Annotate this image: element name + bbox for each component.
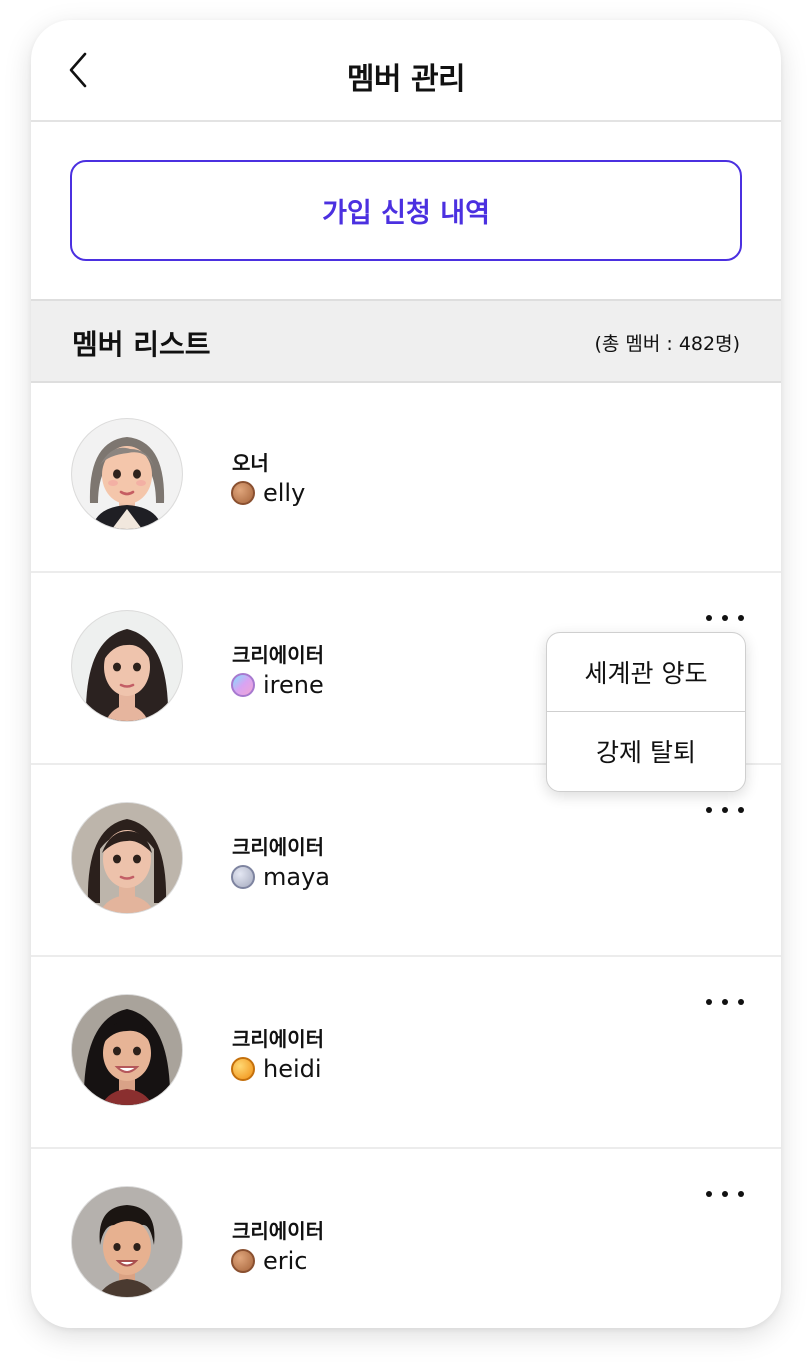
gold-badge-icon bbox=[231, 1057, 255, 1081]
member-name-line: elly bbox=[231, 478, 305, 508]
member-username: eric bbox=[263, 1247, 308, 1275]
member-row[interactable]: 오너 elly bbox=[31, 379, 781, 573]
member-row[interactable]: 크리에이터 heidi bbox=[31, 955, 781, 1149]
more-options-button[interactable] bbox=[706, 799, 744, 821]
member-count: (총 멤버 : 482명) bbox=[594, 333, 740, 355]
member-list-title: 멤버 리스트 bbox=[72, 328, 211, 361]
member-list-header: 멤버 리스트 (총 멤버 : 482명) bbox=[31, 299, 781, 383]
iridescent-badge-icon bbox=[231, 673, 255, 697]
member-role: 오너 bbox=[232, 451, 269, 475]
member-role: 크리에이터 bbox=[232, 1219, 324, 1243]
avatar bbox=[72, 611, 182, 721]
member-name-line: irene bbox=[231, 670, 324, 700]
more-options-button[interactable] bbox=[706, 607, 744, 629]
member-role: 크리에이터 bbox=[232, 835, 324, 859]
member-username: elly bbox=[263, 479, 306, 507]
avatar bbox=[72, 419, 182, 529]
member-name-line: maya bbox=[231, 862, 330, 892]
member-username: irene bbox=[263, 671, 324, 699]
avatar bbox=[72, 1187, 182, 1297]
more-options-button[interactable] bbox=[706, 1183, 744, 1205]
more-horizontal-icon bbox=[706, 807, 712, 813]
avatar bbox=[72, 995, 182, 1105]
member-row[interactable]: 크리에이터 maya bbox=[31, 763, 781, 957]
transfer-world-option[interactable]: 세계관 양도 bbox=[547, 633, 745, 712]
member-username: heidi bbox=[263, 1055, 322, 1083]
silver-badge-icon bbox=[231, 865, 255, 889]
app-screen: 멤버 관리 가입 신청 내역 멤버 리스트 (총 멤버 : 482명) 오너 e… bbox=[31, 20, 781, 1328]
more-options-button[interactable] bbox=[706, 991, 744, 1013]
member-role: 크리에이터 bbox=[232, 1027, 324, 1051]
member-name-line: eric bbox=[231, 1246, 308, 1276]
member-name-line: heidi bbox=[231, 1054, 322, 1084]
member-row[interactable]: 크리에이터 eric bbox=[31, 1147, 781, 1328]
more-horizontal-icon bbox=[706, 615, 712, 621]
page-title: 멤버 관리 bbox=[346, 62, 466, 97]
join-requests-button[interactable]: 가입 신청 내역 bbox=[70, 160, 742, 261]
more-horizontal-icon bbox=[706, 999, 712, 1005]
member-username: maya bbox=[263, 863, 330, 891]
member-options-menu: 세계관 양도 강제 탈퇴 bbox=[546, 632, 746, 792]
avatar bbox=[72, 803, 182, 913]
more-horizontal-icon bbox=[706, 1191, 712, 1197]
bronze-badge-icon bbox=[231, 1249, 255, 1273]
bronze-badge-icon bbox=[231, 481, 255, 505]
force-remove-option[interactable]: 강제 탈퇴 bbox=[547, 712, 745, 790]
member-role: 크리에이터 bbox=[232, 643, 324, 667]
top-bar: 멤버 관리 bbox=[31, 20, 781, 122]
